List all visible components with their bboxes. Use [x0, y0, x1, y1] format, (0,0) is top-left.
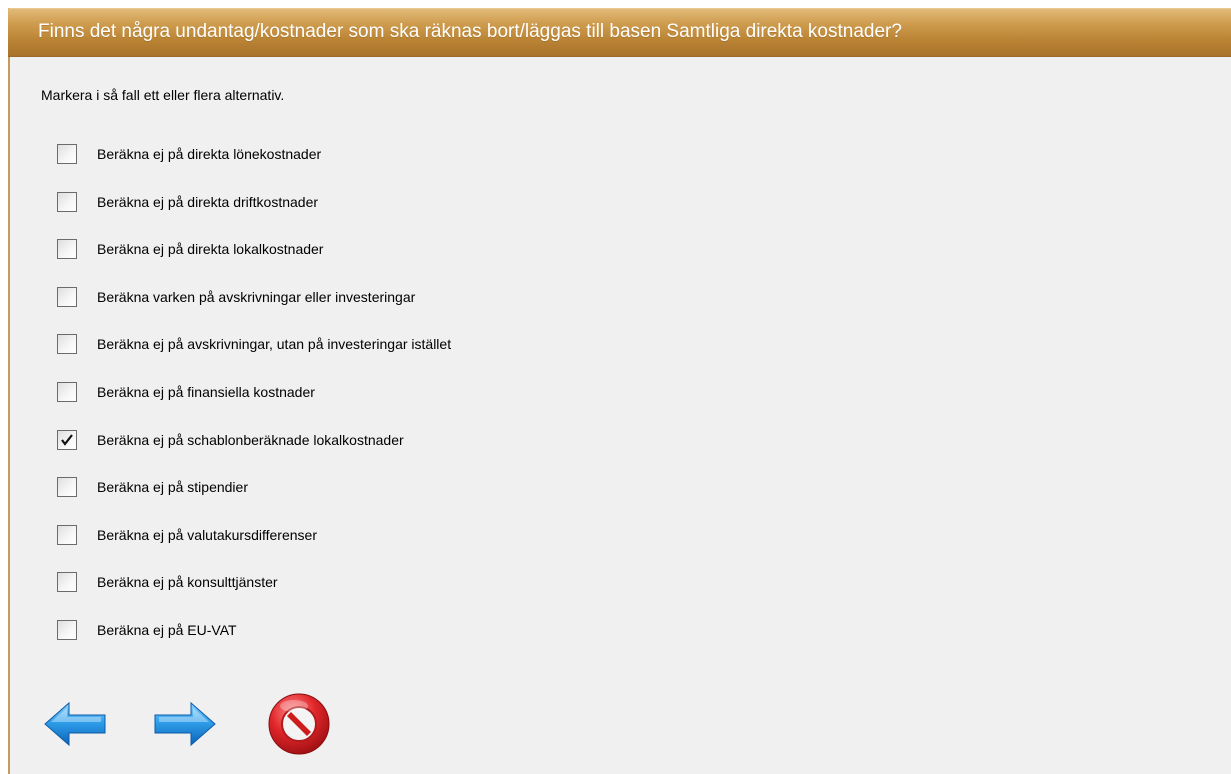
- checkbox[interactable]: [57, 477, 77, 498]
- checkbox[interactable]: [57, 572, 77, 593]
- option-label: Beräkna ej på avskrivningar, utan på inv…: [97, 336, 452, 353]
- checkbox[interactable]: [57, 286, 77, 307]
- checkmark-icon: [61, 433, 73, 446]
- back-button[interactable]: [43, 700, 107, 753]
- option-item[interactable]: Beräkna ej på valutakursdifferenser: [57, 524, 451, 573]
- navigation-buttons: [43, 692, 343, 762]
- instruction-text: Markera i så fall ett eller flera altern…: [41, 87, 285, 103]
- checkbox[interactable]: [57, 429, 77, 450]
- option-item[interactable]: Beräkna ej på EU-VAT: [57, 619, 451, 668]
- forward-button[interactable]: [153, 700, 217, 753]
- option-item[interactable]: Beräkna varken på avskrivningar eller in…: [57, 286, 451, 335]
- checkbox[interactable]: [57, 191, 77, 212]
- option-item[interactable]: Beräkna ej på direkta lönekostnader: [57, 144, 451, 192]
- option-label: Beräkna varken på avskrivningar eller in…: [97, 288, 416, 305]
- arrow-right-icon: [154, 701, 216, 747]
- option-item[interactable]: Beräkna ej på schablonberäknade lokalkos…: [57, 429, 451, 478]
- option-item[interactable]: Beräkna ej på avskrivningar, utan på inv…: [57, 334, 451, 382]
- checkbox[interactable]: [57, 524, 77, 545]
- checkbox[interactable]: [57, 334, 77, 355]
- option-item[interactable]: Beräkna ej på stipendier: [57, 477, 451, 525]
- option-item[interactable]: Beräkna ej på finansiella kostnader: [57, 381, 451, 430]
- option-label: Beräkna ej på konsulttjänster: [97, 574, 278, 591]
- cancel-icon: [268, 693, 330, 755]
- option-label: Beräkna ej på direkta lokalkostnader: [97, 241, 324, 258]
- option-label: Beräkna ej på finansiella kostnader: [97, 383, 315, 400]
- option-label: Beräkna ej på EU-VAT: [97, 621, 237, 638]
- checkbox[interactable]: [57, 239, 77, 260]
- options-list: Beräkna ej på direkta lönekostnader Berä…: [57, 144, 451, 668]
- arrow-left-icon: [44, 701, 106, 747]
- option-item[interactable]: Beräkna ej på direkta lokalkostnader: [57, 239, 451, 287]
- title-bar: Finns det några undantag/kostnader som s…: [8, 8, 1231, 57]
- option-label: Beräkna ej på valutakursdifferenser: [97, 526, 317, 543]
- option-item[interactable]: Beräkna ej på direkta driftkostnader: [57, 191, 451, 240]
- dialog: Finns det några undantag/kostnader som s…: [8, 8, 1231, 774]
- checkbox[interactable]: [57, 144, 77, 164]
- cancel-button[interactable]: [267, 692, 331, 761]
- option-item[interactable]: Beräkna ej på konsulttjänster: [57, 572, 451, 620]
- checkbox[interactable]: [57, 381, 77, 402]
- option-label: Beräkna ej på direkta lönekostnader: [97, 146, 322, 162]
- checkbox[interactable]: [57, 619, 77, 640]
- option-label: Beräkna ej på schablonberäknade lokalkos…: [97, 431, 404, 448]
- option-label: Beräkna ej på stipendier: [97, 479, 248, 496]
- dialog-title: Finns det några undantag/kostnader som s…: [38, 21, 902, 42]
- option-label: Beräkna ej på direkta driftkostnader: [97, 193, 319, 210]
